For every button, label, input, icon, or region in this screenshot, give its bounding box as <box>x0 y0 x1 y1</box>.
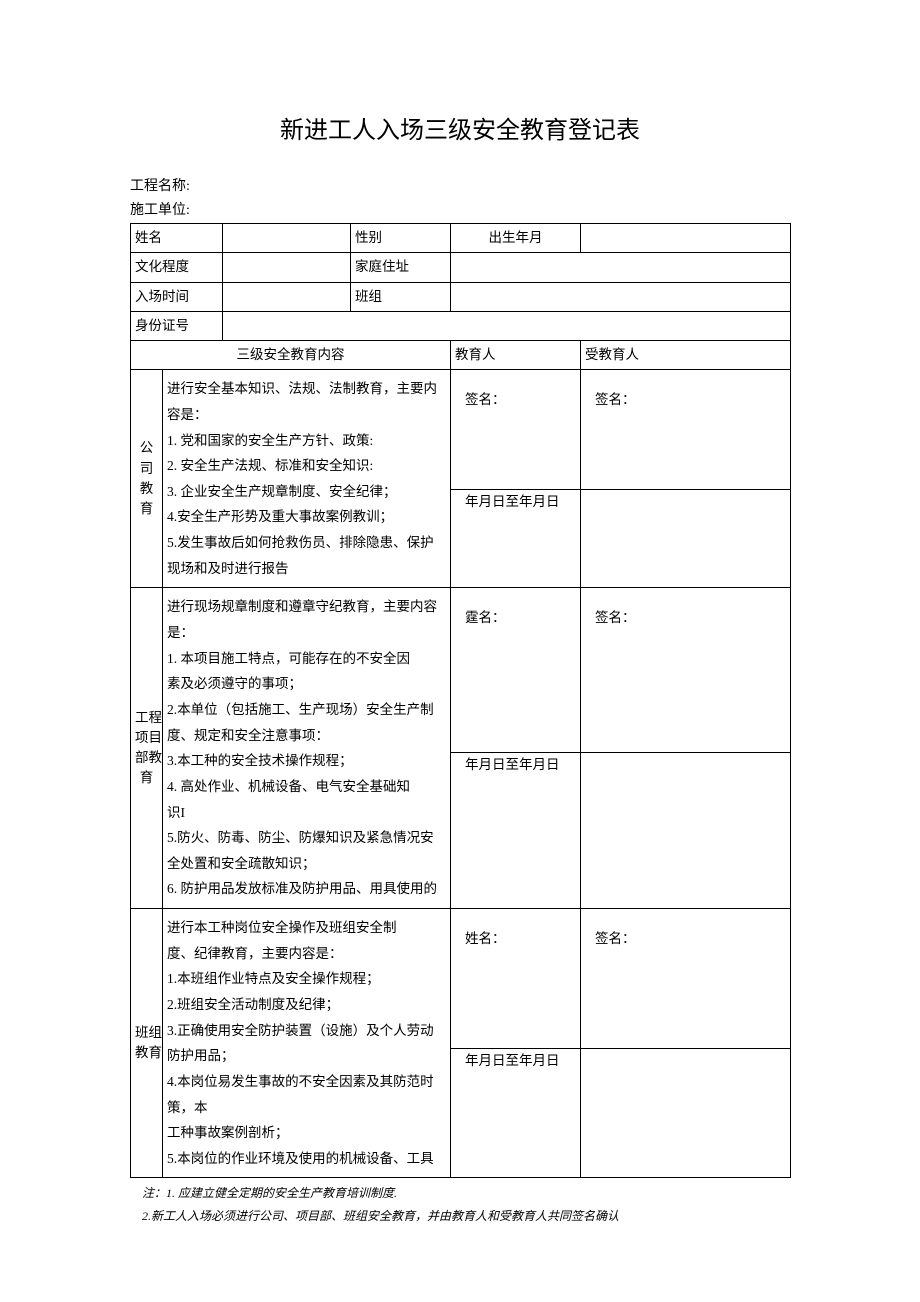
content-company: 进行安全基本知识、法规、法制教育，主要内 容是： 1. 党和国家的安全生产方针、… <box>163 370 451 588</box>
label-edu: 文化程度 <box>131 253 223 282</box>
row-company-1: 公司 教育 进行安全基本知识、法规、法制教育，主要内 容是： 1. 党和国家的安… <box>131 370 791 490</box>
sig-project-educator[interactable]: 霆名： <box>451 588 581 753</box>
value-homeaddr[interactable] <box>451 253 791 282</box>
cat-team-l1: 班组 <box>135 1025 162 1040</box>
registration-table: 姓名 性别 出生年月 文化程度 家庭住址 入场时间 班组 身份证号 三级安全教育… <box>130 223 791 1178</box>
cat-project-l1: 工程 <box>135 710 162 725</box>
row-id: 身份证号 <box>131 311 791 340</box>
content-project: 进行现场规章制度和遵章守纪教育，主要内容 是： 1. 本项目施工特点，可能存在的… <box>163 588 451 909</box>
meta-construction-unit: 施工单位: <box>130 199 790 219</box>
row-project-1: 工程 项目 部教 育 进行现场规章制度和遵章守纪教育，主要内容 是： 1. 本项… <box>131 588 791 753</box>
col-trainee-header: 受教育人 <box>581 341 791 370</box>
footnote-1: 注：1. 应建立健全定期的安全生产教育培训制度. <box>142 1182 790 1205</box>
row-edu: 文化程度 家庭住址 <box>131 253 791 282</box>
cat-project-l4: 育 <box>140 770 154 785</box>
label-birth: 出生年月 <box>451 224 581 253</box>
date-team[interactable]: 年月日至年月日 <box>451 1049 581 1178</box>
value-team[interactable] <box>451 282 791 311</box>
cat-project: 工程 项目 部教 育 <box>131 588 163 909</box>
row-name: 姓名 性别 出生年月 <box>131 224 791 253</box>
meta-project-name: 工程名称: <box>130 175 790 195</box>
value-name[interactable] <box>223 224 351 253</box>
cat-team-l2: 教育 <box>135 1045 162 1060</box>
row-team-1: 班组 教育 进行本工种岗位安全操作及班组安全制 度、纪律教育，主要内容是： 1.… <box>131 909 791 1049</box>
label-gender: 性别 <box>351 224 451 253</box>
value-birth[interactable] <box>581 224 791 253</box>
date-company-right[interactable] <box>581 490 791 588</box>
content-team: 进行本工种岗位安全操作及班组安全制 度、纪律教育，主要内容是： 1.本班组作业特… <box>163 909 451 1178</box>
sig-company-educator[interactable]: 签名： <box>451 370 581 490</box>
cat-project-l2: 项目 <box>135 730 162 745</box>
label-team: 班组 <box>351 282 451 311</box>
label-name: 姓名 <box>131 224 223 253</box>
label-idno: 身份证号 <box>131 311 223 340</box>
form-title: 新进工人入场三级安全教育登记表 <box>130 110 790 145</box>
cat-company-l1: 公司 <box>140 440 154 475</box>
row-enter: 入场时间 班组 <box>131 282 791 311</box>
value-enterdate[interactable] <box>223 282 351 311</box>
date-team-right[interactable] <box>581 1049 791 1178</box>
cat-project-l3: 部教 <box>135 750 162 765</box>
page: 新进工人入场三级安全教育登记表 工程名称: 施工单位: 姓名 性别 出生年月 文… <box>0 0 920 1302</box>
date-company[interactable]: 年月日至年月日 <box>451 490 581 588</box>
cat-company-l2: 教育 <box>140 481 154 516</box>
cat-company: 公司 教育 <box>131 370 163 588</box>
label-homeaddr: 家庭住址 <box>351 253 451 282</box>
cat-team: 班组 教育 <box>131 909 163 1178</box>
value-idno[interactable] <box>223 311 791 340</box>
label-enterdate: 入场时间 <box>131 282 223 311</box>
sig-project-trainee[interactable]: 签名： <box>581 588 791 753</box>
row-section-header: 三级安全教育内容 教育人 受教育人 <box>131 341 791 370</box>
date-project-right[interactable] <box>581 753 791 909</box>
sig-team-educator[interactable]: 姓名： <box>451 909 581 1049</box>
sig-team-trainee[interactable]: 签名： <box>581 909 791 1049</box>
value-edu[interactable] <box>223 253 351 282</box>
footnote-2: 2.新工人入场必须进行公司、项目部、班组安全教育，并由教育人和受教育人共同签名确… <box>142 1205 790 1228</box>
footnotes: 注：1. 应建立健全定期的安全生产教育培训制度. 2.新工人入场必须进行公司、项… <box>130 1182 790 1228</box>
sig-company-trainee[interactable]: 签名： <box>581 370 791 490</box>
date-project[interactable]: 年月日至年月日 <box>451 753 581 909</box>
col-educator-header: 教育人 <box>451 341 581 370</box>
col-content-header: 三级安全教育内容 <box>131 341 451 370</box>
